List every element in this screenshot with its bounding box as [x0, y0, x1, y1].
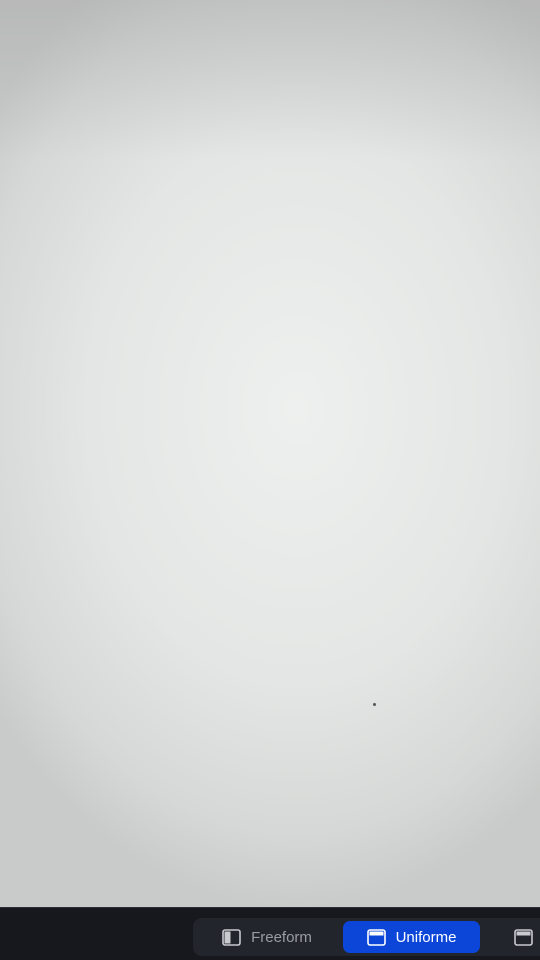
layout-other-icon: [514, 928, 533, 946]
canvas-area[interactable]: [0, 0, 540, 907]
uniforme-label: Uniforme: [395, 928, 457, 946]
layout-freeform-icon: [222, 928, 241, 946]
freeform-label: Freeform: [251, 928, 312, 946]
uniforme-layout-button[interactable]: Uniforme: [343, 921, 480, 953]
other-layout-button[interactable]: [508, 921, 540, 953]
cursor-dot: [373, 703, 376, 706]
freeform-layout-button[interactable]: Freeform: [203, 921, 331, 953]
layout-uniform-icon: [366, 928, 386, 946]
screen: Freeform Uniforme: [0, 0, 540, 960]
